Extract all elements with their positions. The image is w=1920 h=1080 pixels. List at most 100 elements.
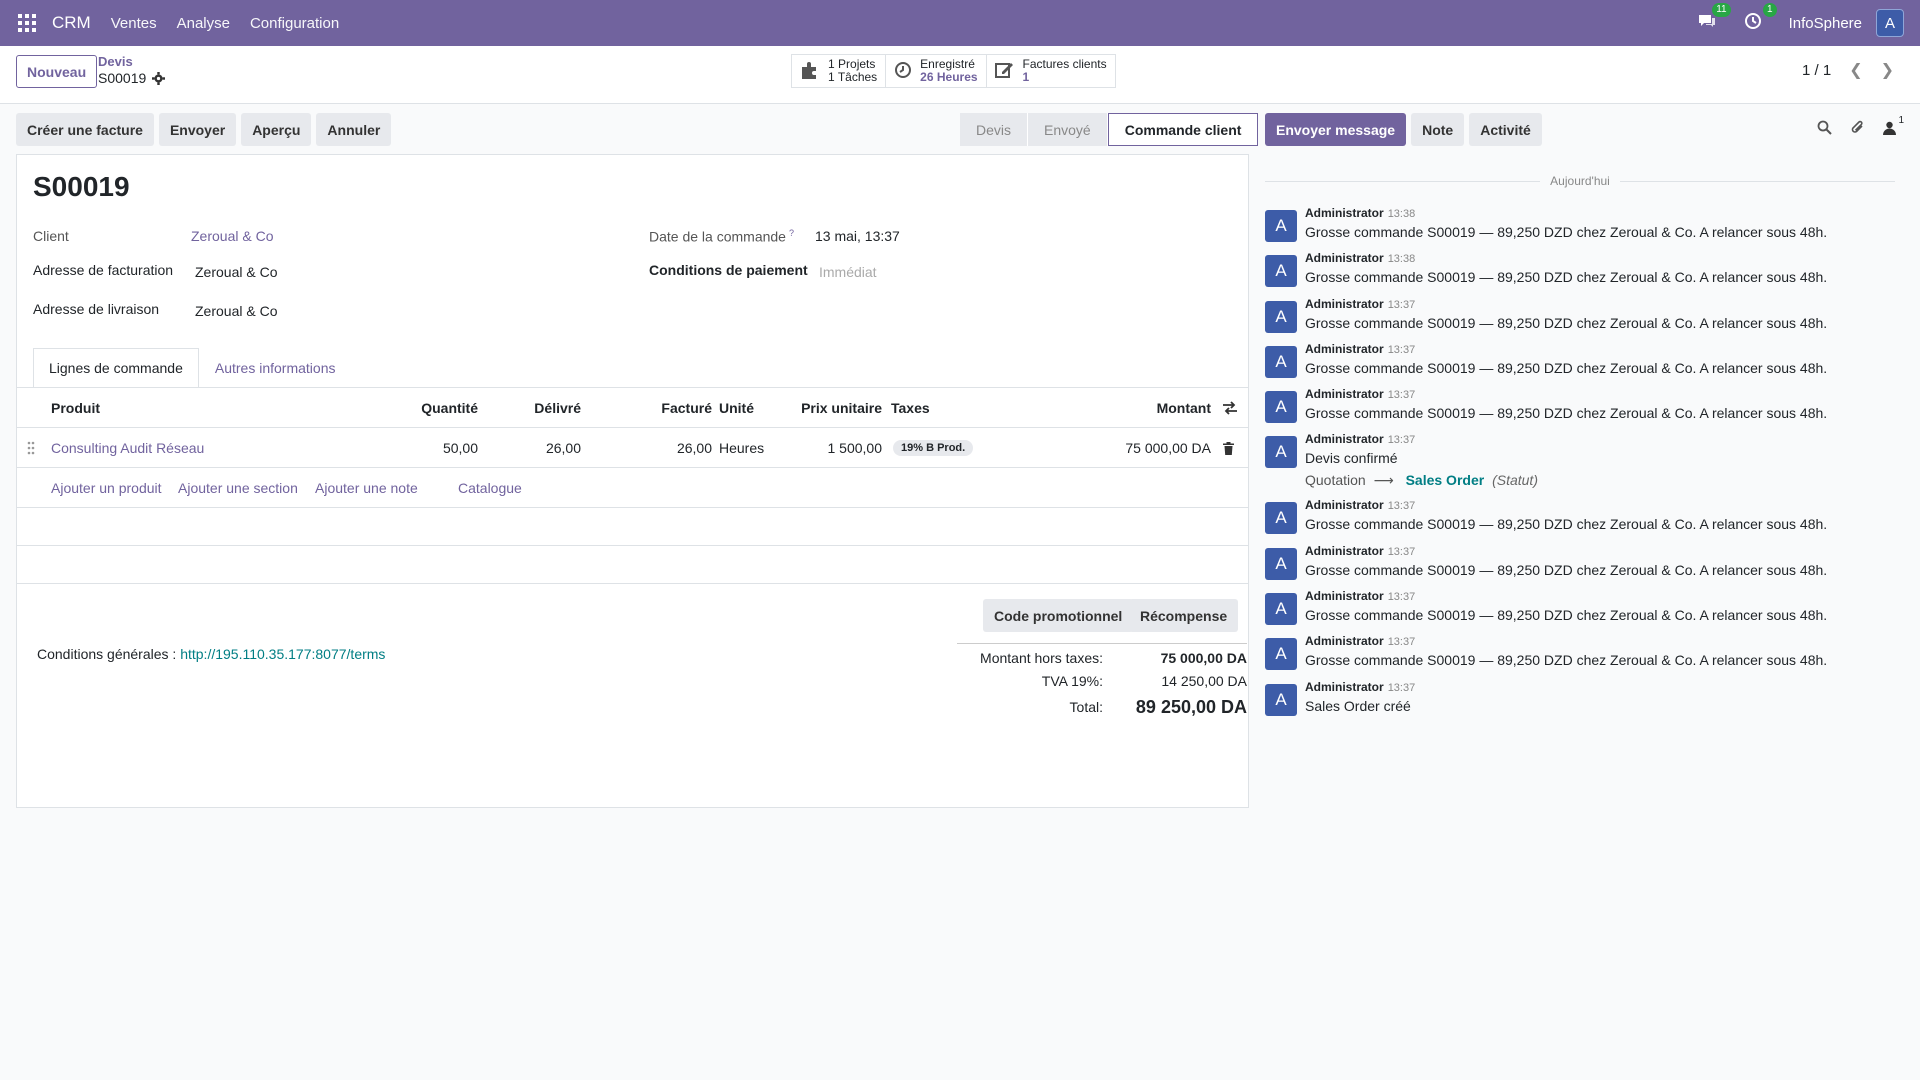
- terms-link[interactable]: http://195.110.35.177:8077/terms: [180, 646, 385, 662]
- app-name[interactable]: CRM: [52, 13, 91, 33]
- pager-value[interactable]: 1 / 1: [1802, 62, 1831, 79]
- line-product[interactable]: Consulting Audit Réseau: [51, 428, 204, 468]
- customer-invoices-button[interactable]: Factures clients 1: [987, 55, 1115, 87]
- paperclip-icon[interactable]: [1850, 120, 1865, 139]
- author-avatar[interactable]: A: [1265, 301, 1297, 333]
- line-unit[interactable]: Heures: [719, 428, 764, 468]
- messages-badge: 11: [1712, 3, 1731, 17]
- author-avatar[interactable]: A: [1265, 502, 1297, 534]
- col-invoiced[interactable]: Facturé: [661, 388, 712, 428]
- author-name[interactable]: Administrator: [1305, 544, 1384, 558]
- author-avatar[interactable]: A: [1265, 593, 1297, 625]
- add-note-link[interactable]: Ajouter une note: [315, 480, 418, 496]
- company-switcher[interactable]: InfoSphere: [1789, 15, 1862, 32]
- author-name[interactable]: Administrator: [1305, 251, 1384, 265]
- tab-order-lines[interactable]: Lignes de commande: [33, 348, 199, 388]
- line-invoiced[interactable]: 26,00: [677, 428, 712, 468]
- create-invoice-button[interactable]: Créer une facture: [16, 113, 154, 146]
- author-name[interactable]: Administrator: [1305, 680, 1384, 694]
- total-value: 89 250,00 DA: [1135, 696, 1247, 717]
- author-name[interactable]: Administrator: [1305, 387, 1384, 401]
- gear-icon[interactable]: [152, 71, 166, 85]
- message-time: 13:37: [1387, 546, 1416, 558]
- column-settings-icon[interactable]: [1222, 388, 1238, 428]
- status-sent[interactable]: Envoyé: [1028, 113, 1108, 146]
- author-avatar[interactable]: A: [1265, 548, 1297, 580]
- chatter-actions: Envoyer message Note Activité: [1265, 113, 1542, 146]
- author-name[interactable]: Administrator: [1305, 297, 1384, 311]
- client-field[interactable]: Zeroual & Co: [191, 228, 273, 244]
- tax-badge[interactable]: 19% B Prod.: [893, 440, 974, 456]
- help-icon[interactable]: ?: [789, 228, 794, 238]
- author-name[interactable]: Administrator: [1305, 206, 1384, 220]
- line-quantity[interactable]: 50,00: [443, 428, 478, 468]
- author-name[interactable]: Administrator: [1305, 634, 1384, 648]
- author-avatar[interactable]: A: [1265, 255, 1297, 287]
- add-product-link[interactable]: Ajouter un produit: [51, 480, 162, 496]
- shipping-address-label: Adresse de livraison: [33, 301, 160, 317]
- new-button[interactable]: Nouveau: [16, 55, 98, 88]
- cancel-button[interactable]: Annuler: [316, 113, 392, 146]
- recorded-hours-button[interactable]: Enregistré 26 Heures: [886, 55, 987, 87]
- col-taxes[interactable]: Taxes: [891, 388, 930, 428]
- author-avatar[interactable]: A: [1265, 346, 1297, 378]
- chat-message: A Administrator 13:37 Grosse commande S00…: [1265, 589, 1905, 633]
- author-name[interactable]: Administrator: [1305, 342, 1384, 356]
- search-icon[interactable]: [1817, 120, 1832, 139]
- tab-other-info[interactable]: Autres informations: [199, 348, 352, 388]
- col-unit-price[interactable]: Prix unitaire: [801, 388, 882, 428]
- line-unit-price[interactable]: 1 500,00: [828, 428, 883, 468]
- menu-configuration[interactable]: Configuration: [250, 15, 339, 32]
- trash-icon[interactable]: [1223, 428, 1234, 468]
- billing-address-field[interactable]: Zeroual & Co: [195, 264, 277, 280]
- menu-ventes[interactable]: Ventes: [111, 15, 157, 32]
- col-product[interactable]: Produit: [51, 388, 100, 428]
- followers-icon[interactable]: 1: [1883, 115, 1904, 139]
- preview-button[interactable]: Aperçu: [241, 113, 312, 146]
- author-name[interactable]: Administrator: [1305, 432, 1384, 446]
- send-message-button[interactable]: Envoyer message: [1265, 113, 1407, 146]
- col-unit[interactable]: Unité: [719, 388, 754, 428]
- col-amount[interactable]: Montant: [1157, 388, 1211, 428]
- author-avatar[interactable]: A: [1265, 638, 1297, 670]
- author-name[interactable]: Administrator: [1305, 498, 1384, 512]
- catalog-link[interactable]: Catalogue: [458, 480, 522, 496]
- status-sales-order[interactable]: Commande client: [1107, 113, 1259, 146]
- payment-terms-field[interactable]: Immédiat: [819, 264, 877, 280]
- author-avatar[interactable]: A: [1265, 210, 1297, 242]
- messages-icon[interactable]: 11: [1697, 3, 1731, 35]
- author-avatar[interactable]: A: [1265, 436, 1297, 468]
- reward-button[interactable]: Récompense: [1129, 599, 1239, 632]
- user-avatar[interactable]: A: [1876, 9, 1904, 37]
- order-date-label: Date de la commande?: [649, 228, 794, 245]
- log-note-button[interactable]: Note: [1411, 113, 1465, 146]
- author-avatar[interactable]: A: [1265, 684, 1297, 716]
- order-date-field[interactable]: 13 mai, 13:37: [815, 228, 900, 244]
- table-row[interactable]: Consulting Audit Réseau 50,00 26,00 26,0…: [17, 428, 1248, 468]
- tracking-value: Quotation ⟶ Sales Order (Statut): [1305, 472, 1538, 488]
- chevron-left-icon[interactable]: ❮: [1849, 60, 1862, 80]
- send-button[interactable]: Envoyer: [158, 113, 237, 146]
- chat-message: A Administrator 13:37 Grosse commande S00…: [1265, 387, 1905, 431]
- author-avatar[interactable]: A: [1265, 391, 1297, 423]
- menu-analyse[interactable]: Analyse: [177, 15, 230, 32]
- shipping-address-field[interactable]: Zeroual & Co: [195, 303, 277, 319]
- promo-code-button[interactable]: Code promotionnel: [983, 599, 1134, 632]
- line-amount: 75 000,00 DA: [1125, 440, 1211, 456]
- total-label: Total:: [1069, 699, 1103, 715]
- projects-tasks-button[interactable]: 1 Projets 1 Tâches: [792, 55, 887, 87]
- apps-menu-icon[interactable]: [18, 14, 36, 32]
- col-delivered[interactable]: Délivré: [534, 388, 581, 428]
- col-quantity[interactable]: Quantité: [421, 388, 478, 428]
- followers-count: 1: [1898, 114, 1904, 126]
- author-name[interactable]: Administrator: [1305, 589, 1384, 603]
- chevron-right-icon[interactable]: ❯: [1881, 60, 1894, 80]
- activities-clock-icon[interactable]: 1: [1743, 3, 1777, 35]
- status-quotation[interactable]: Devis: [960, 113, 1029, 146]
- arrow-right-icon: ⟶: [1373, 472, 1394, 488]
- activity-button[interactable]: Activité: [1469, 113, 1542, 146]
- drag-handle-icon[interactable]: [27, 428, 35, 468]
- line-delivered[interactable]: 26,00: [546, 428, 581, 468]
- add-section-link[interactable]: Ajouter une section: [178, 480, 298, 496]
- breadcrumb-parent[interactable]: Devis: [98, 54, 165, 70]
